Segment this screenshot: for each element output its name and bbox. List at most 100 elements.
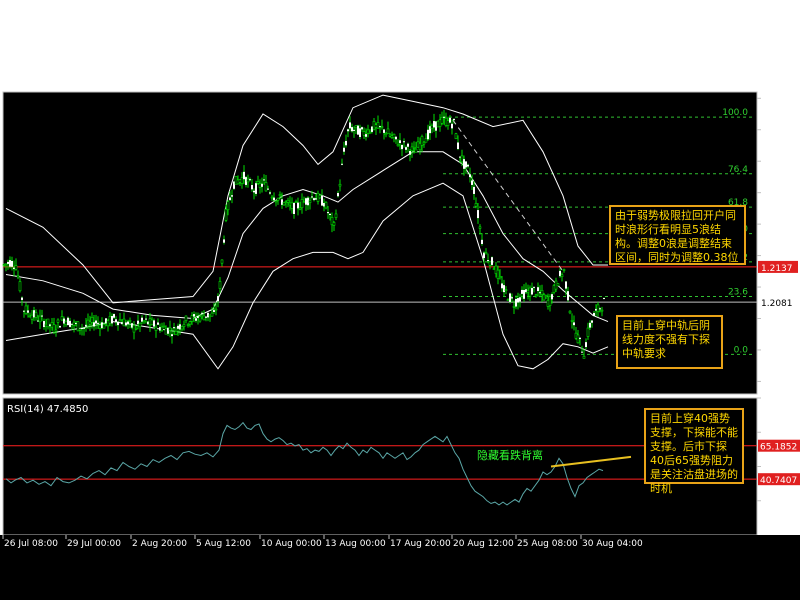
candle-body-up: [300, 199, 304, 208]
candle-body-down: [207, 312, 209, 318]
candle-body-down: [359, 128, 361, 138]
rsi-tick-label: 100: [765, 395, 782, 405]
candle-body-up: [154, 326, 158, 331]
candle-body-up: [570, 320, 574, 322]
candle-body-down: [115, 319, 117, 322]
candle-body-down: [269, 192, 271, 194]
candle-body-up: [224, 208, 228, 221]
candle-body-down: [213, 310, 215, 312]
candle-body-up: [528, 287, 532, 297]
candle-body-down: [591, 320, 593, 323]
candle-body-down: [177, 325, 179, 329]
candle-body-down: [603, 298, 605, 300]
candle-body-up: [86, 319, 90, 327]
candle-body-down: [273, 197, 275, 201]
time-tick-label: 13 Aug 00:00: [325, 539, 386, 549]
candle-body-down: [593, 312, 595, 317]
candle-body-up: [238, 179, 242, 183]
time-tick-label: 26 Jul 08:00: [4, 539, 58, 549]
candle-body-down: [443, 116, 445, 118]
candle-body-down: [341, 163, 343, 165]
candle-body-up: [2, 264, 6, 266]
candle-body-up: [540, 290, 544, 295]
candle-body-up: [150, 319, 154, 326]
candle-body-down: [457, 142, 459, 150]
candle-body-down: [337, 192, 339, 197]
candle-body-up: [478, 226, 482, 229]
candle-body-up: [234, 176, 238, 185]
candle-body-down: [511, 297, 513, 299]
candle-body-down: [67, 317, 69, 326]
price-tick-label: 1.2055: [762, 316, 794, 326]
candle-body-down: [11, 260, 13, 267]
candle-body-up: [210, 312, 214, 317]
candle-body-down: [487, 260, 489, 262]
candle-body-down: [245, 177, 247, 185]
price-badge-label: 1.2081: [761, 299, 793, 309]
candle-body-up: [386, 128, 390, 134]
candle-body-up: [332, 222, 336, 226]
candle-body-up: [56, 319, 60, 323]
candle-body-up: [24, 305, 28, 314]
candle-body-up: [600, 309, 604, 312]
candle-body-up: [298, 207, 302, 210]
candle-body-down: [231, 195, 233, 197]
candle-body-down: [463, 159, 465, 169]
candle-body-down: [321, 195, 323, 206]
candle-body-up: [190, 315, 194, 322]
candle-body-up: [218, 281, 222, 289]
candle-body-up: [184, 315, 188, 321]
candle-body-down: [41, 315, 43, 317]
candle-body-up: [226, 201, 230, 211]
candle-body-down: [519, 297, 521, 302]
candle-body-down: [59, 326, 61, 328]
candle-body-up: [498, 276, 502, 279]
candle-body-down: [201, 312, 203, 314]
candle-body-up: [318, 195, 322, 199]
candle-body-down: [145, 318, 147, 320]
candle-body-down: [383, 129, 385, 133]
fib-level-label: 0.0: [734, 345, 749, 355]
candle-body-up: [72, 321, 76, 326]
candle-body-up: [4, 263, 8, 266]
candle-body-up: [596, 304, 600, 312]
candle-body-up: [98, 324, 102, 329]
candle-body-up: [504, 289, 508, 292]
candle-body-down: [205, 316, 207, 318]
candle-body-down: [357, 125, 359, 135]
candle-body-down: [427, 129, 429, 140]
time-tick-label: 20 Aug 12:00: [453, 539, 514, 549]
candle-body-down: [93, 322, 95, 327]
rsi-tick-label: 25: [765, 498, 776, 508]
candle-body-up: [180, 326, 184, 330]
rsi-tick-label: 75: [765, 429, 776, 439]
candle-body-up: [90, 317, 94, 323]
candle-body-up: [544, 295, 548, 298]
candle-body-up: [258, 183, 262, 188]
candle-body-up: [118, 319, 122, 322]
candle-body-down: [573, 322, 575, 326]
candle-body-up: [512, 306, 516, 308]
candle-body-down: [327, 212, 329, 214]
candle-body-up: [274, 200, 278, 203]
candle-body-up: [108, 316, 112, 324]
price-tick-label: 1.2405: [762, 95, 794, 105]
candle-body-down: [157, 322, 159, 325]
price-tick-label: 1.2355: [762, 127, 794, 137]
candle-body-down: [71, 323, 73, 325]
candle-body-up: [430, 124, 434, 130]
candle-body-up: [424, 138, 428, 143]
candle-body-up: [534, 294, 538, 297]
time-tick-label: 10 Aug 00:00: [261, 539, 322, 549]
candle-body-down: [403, 141, 405, 143]
candle-body-down: [141, 317, 143, 322]
candle-body-up: [270, 196, 274, 199]
candle-body-down: [21, 297, 23, 300]
candle-body-up: [16, 275, 20, 278]
candle-body-down: [451, 123, 453, 129]
candle-body-up: [376, 122, 380, 129]
candle-body-down: [599, 308, 601, 310]
candle-body-down: [305, 198, 307, 205]
candle-body-up: [422, 142, 426, 145]
candle-body-up: [286, 200, 290, 203]
